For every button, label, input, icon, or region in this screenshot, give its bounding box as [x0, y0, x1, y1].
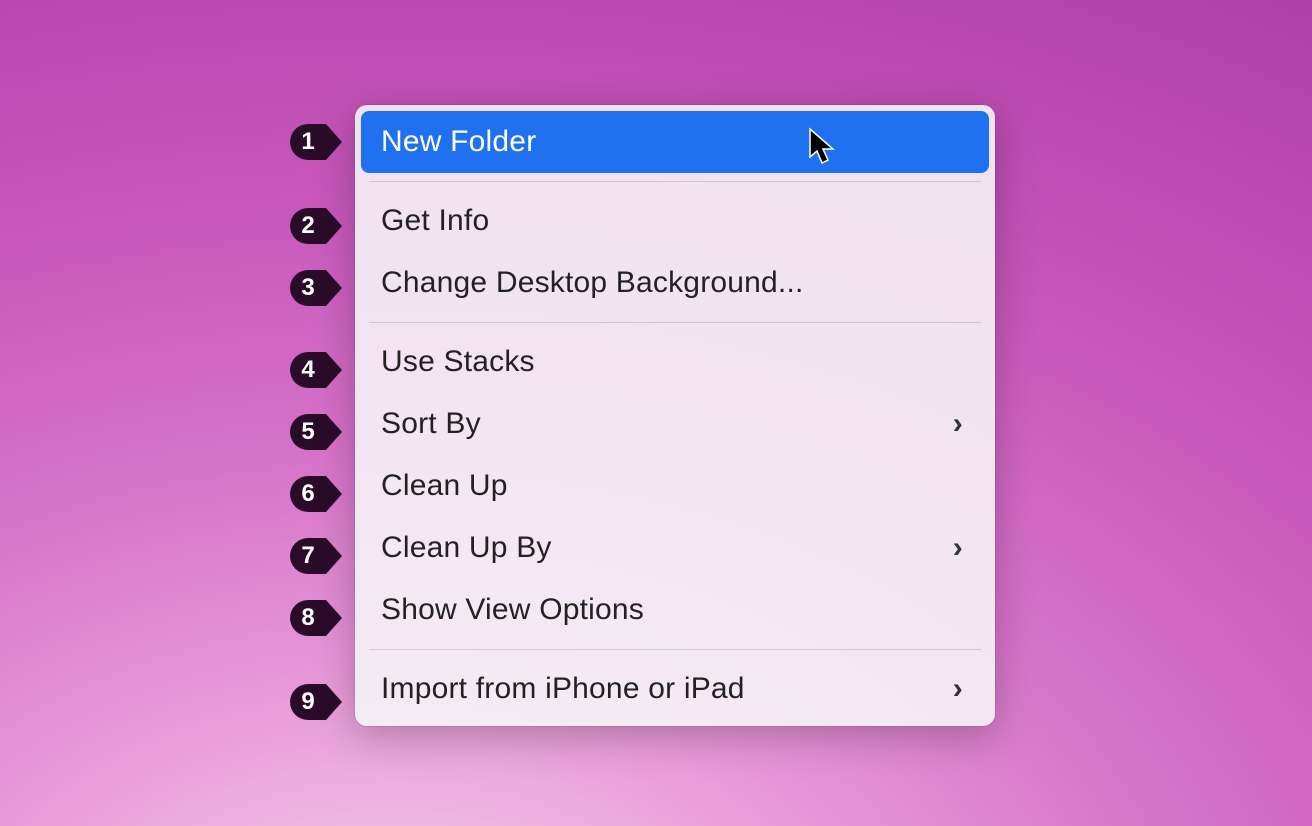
badge-6: 6 [290, 473, 344, 515]
badge-number: 7 [290, 542, 326, 570]
menu-item-sort-by[interactable]: Sort By › [355, 393, 995, 455]
menu-item-clean-up-by[interactable]: Clean Up By › [355, 517, 995, 579]
menu-item-change-desktop-background[interactable]: Change Desktop Background... [355, 252, 995, 314]
badge-number: 3 [290, 274, 326, 302]
menu-item-label: Get Info [381, 204, 967, 238]
chevron-right-icon: › [953, 407, 963, 441]
badge-5: 5 [290, 411, 344, 453]
menu-separator [369, 322, 981, 323]
badge-number: 9 [290, 688, 326, 716]
menu-item-label: Import from iPhone or iPad [381, 672, 953, 706]
badge-2: 2 [290, 205, 344, 247]
menu-item-new-folder[interactable]: New Folder [361, 111, 989, 173]
menu-item-label: Sort By [381, 407, 953, 441]
chevron-right-icon: › [953, 672, 963, 706]
chevron-right-icon: › [953, 531, 963, 565]
badge-3: 3 [290, 267, 344, 309]
menu-item-label: Change Desktop Background... [381, 266, 967, 300]
menu-separator [369, 649, 981, 650]
badge-7: 7 [290, 535, 344, 577]
badge-number: 5 [290, 418, 326, 446]
menu-item-clean-up[interactable]: Clean Up [355, 455, 995, 517]
menu-item-label: Show View Options [381, 593, 967, 627]
menu-separator [369, 181, 981, 182]
menu-item-use-stacks[interactable]: Use Stacks [355, 331, 995, 393]
badge-number: 1 [290, 128, 326, 156]
menu-item-get-info[interactable]: Get Info [355, 190, 995, 252]
badge-1: 1 [290, 121, 344, 163]
badge-number: 2 [290, 212, 326, 240]
menu-item-label: Use Stacks [381, 345, 967, 379]
badge-9: 9 [290, 681, 344, 723]
badge-number: 4 [290, 356, 326, 384]
menu-item-label: Clean Up [381, 469, 967, 503]
badge-8: 8 [290, 597, 344, 639]
menu-item-label: New Folder [381, 125, 967, 159]
desktop-context-menu[interactable]: New Folder Get Info Change Desktop Backg… [355, 105, 995, 726]
menu-item-show-view-options[interactable]: Show View Options [355, 579, 995, 641]
badge-number: 6 [290, 480, 326, 508]
badge-number: 8 [290, 604, 326, 632]
menu-item-label: Clean Up By [381, 531, 953, 565]
badge-4: 4 [290, 349, 344, 391]
menu-item-import-from-iphone-or-ipad[interactable]: Import from iPhone or iPad › [355, 658, 995, 720]
